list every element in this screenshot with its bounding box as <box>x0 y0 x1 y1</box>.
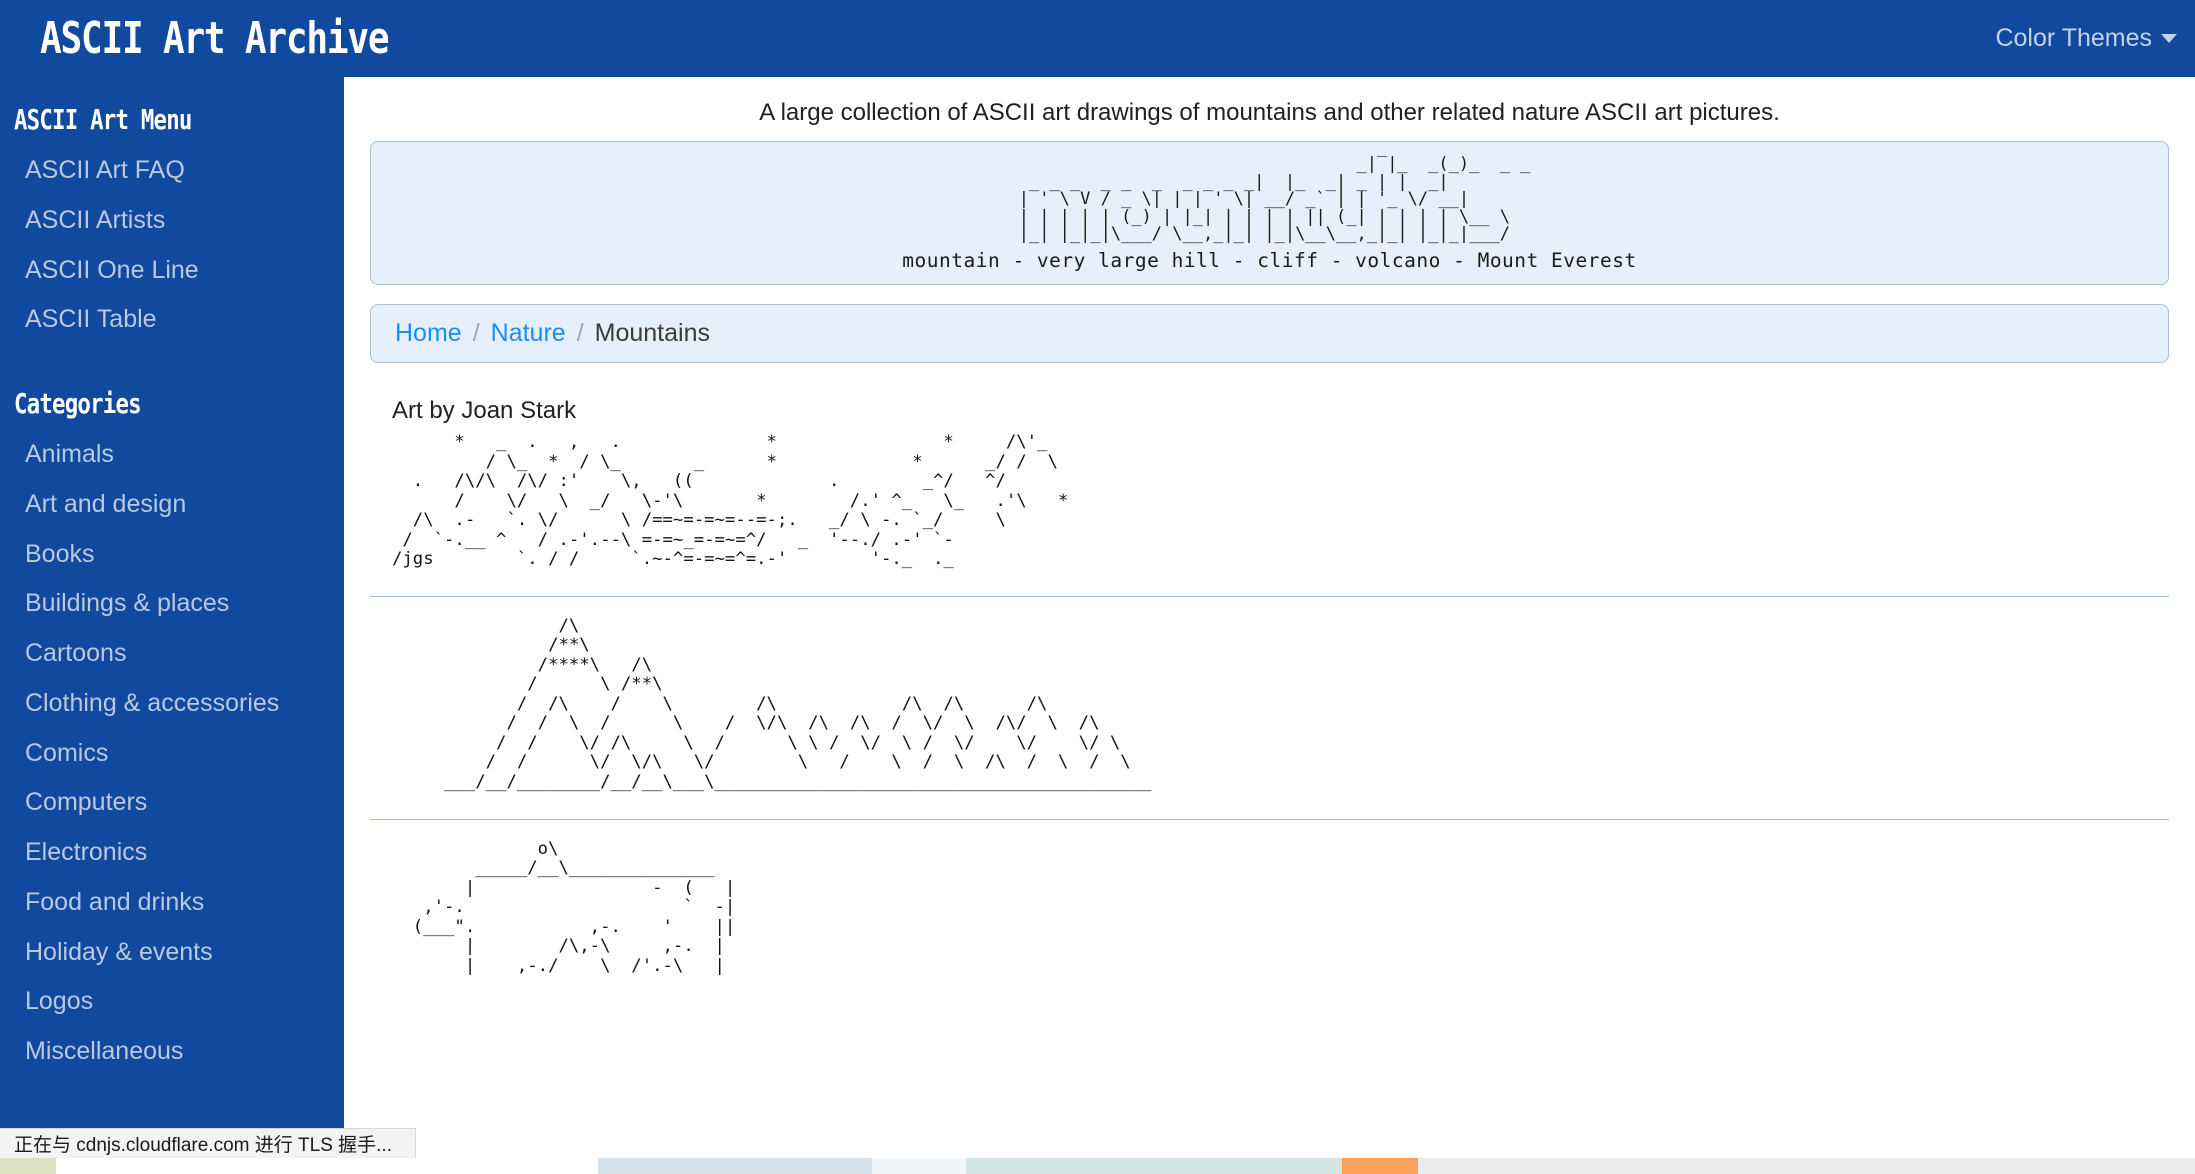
site-brand-title[interactable]: ASCII Art Archive <box>40 13 390 64</box>
sidebar-item-logos[interactable]: Logos <box>0 977 344 1027</box>
sidebar-heading-menu: ASCII Art Menu <box>14 103 192 136</box>
site-header: ASCII Art Archive Color Themes <box>0 0 2195 77</box>
taskbar-segment-white-1[interactable] <box>56 1158 598 1174</box>
ascii-title-banner: _|‾|_ _(_)_ _ _ _ _ _ _ _ _ _ _ _ _| |_ … <box>370 141 2169 285</box>
breadcrumb-item-home[interactable]: Home <box>395 319 462 348</box>
sidebar-item-holiday-events[interactable]: Holiday & events <box>0 928 344 978</box>
taskbar-segment-bluegray-1[interactable] <box>598 1158 872 1174</box>
sidebar-item-miscellaneous[interactable]: Miscellaneous <box>0 1027 344 1077</box>
status-bar-text: 正在与 cdnjs.cloudflare.com 进行 TLS 握手... <box>14 1135 392 1156</box>
taskbar-segment-bluegreen[interactable] <box>966 1158 1342 1174</box>
artwork-section-3: o\ _____/__\______________ | - ( | ,'-. … <box>370 840 2169 977</box>
sidebar-item-computers[interactable]: Computers <box>0 778 344 828</box>
breadcrumb: Home / Nature / Mountains <box>370 304 2169 363</box>
artwork-ascii-2: /\ /**\ /****\ /\ / \ /**\ / /\ / \ /\ /… <box>444 616 1152 792</box>
breadcrumb-item-current: Mountains <box>594 319 710 347</box>
breadcrumb-separator-2: / <box>576 319 584 347</box>
artwork-ascii-3: o\ _____/__\______________ | - ( | ,'-. … <box>412 839 736 976</box>
sidebar-item-ascii-one-line[interactable]: ASCII One Line <box>0 246 344 296</box>
browser-window: ASCII Art Archive Color Themes ASCII Art… <box>0 0 2195 1174</box>
sidebar-nav: ASCII Art Menu ASCII Art FAQ ASCII Artis… <box>0 77 344 1174</box>
chevron-down-icon <box>2161 34 2177 43</box>
sidebar-item-ascii-art-faq[interactable]: ASCII Art FAQ <box>0 146 344 196</box>
sidebar-item-cartoons[interactable]: Cartoons <box>0 629 344 679</box>
taskbar-segment-lightgray[interactable] <box>1418 1158 2195 1174</box>
artwork-section-2: /\ /**\ /****\ /\ / \ /**\ / /\ / \ /\ /… <box>370 617 2169 793</box>
sidebar-item-ascii-artists[interactable]: ASCII Artists <box>0 196 344 246</box>
taskbar-segment-olive[interactable] <box>0 1158 56 1174</box>
section-divider-1 <box>370 595 2169 597</box>
banner-tagline: mountain - very large hill - cliff - vol… <box>902 249 1637 272</box>
sidebar-item-ascii-table[interactable]: ASCII Table <box>0 295 344 345</box>
sidebar-item-art-and-design[interactable]: Art and design <box>0 480 344 530</box>
sidebar-item-animals[interactable]: Animals <box>0 430 344 480</box>
os-taskbar[interactable] <box>0 1158 2195 1174</box>
sidebar-item-books[interactable]: Books <box>0 530 344 580</box>
taskbar-segment-orange[interactable] <box>1342 1158 1418 1174</box>
breadcrumb-item-nature[interactable]: Nature <box>491 319 566 348</box>
artwork-ascii-1: * _ . , . * * /\'_ / \_ * / \_ _ * * _/ … <box>392 433 1069 570</box>
browser-status-bar: 正在与 cdnjs.cloudflare.com 进行 TLS 握手... <box>0 1128 416 1158</box>
sidebar-item-electronics[interactable]: Electronics <box>0 828 344 878</box>
artwork-section-1: Art by Joan Stark * _ . , . * * /\'_ / \… <box>370 397 2169 570</box>
main-content: A large collection of ASCII art drawings… <box>344 77 2195 1174</box>
sidebar-item-comics[interactable]: Comics <box>0 729 344 779</box>
artwork-credit: Art by Joan Stark <box>392 397 577 424</box>
taskbar-segment-white-2[interactable] <box>872 1158 966 1174</box>
color-themes-label: Color Themes <box>1995 24 2152 52</box>
sidebar-heading-categories: Categories <box>14 387 142 420</box>
color-themes-dropdown[interactable]: Color Themes <box>1995 24 2177 53</box>
banner-ascii-art: _|‾|_ _(_)_ _ _ _ _ _ _ _ _ _ _ _ _| |_ … <box>1018 154 1531 244</box>
page-intro-text: A large collection of ASCII art drawings… <box>759 99 1780 126</box>
breadcrumb-separator-1: / <box>472 319 480 347</box>
sidebar-item-food-and-drinks[interactable]: Food and drinks <box>0 878 344 928</box>
section-divider-2 <box>370 818 2169 820</box>
sidebar-item-buildings-places[interactable]: Buildings & places <box>0 579 344 629</box>
sidebar-item-clothing-accessories[interactable]: Clothing & accessories <box>0 679 344 729</box>
